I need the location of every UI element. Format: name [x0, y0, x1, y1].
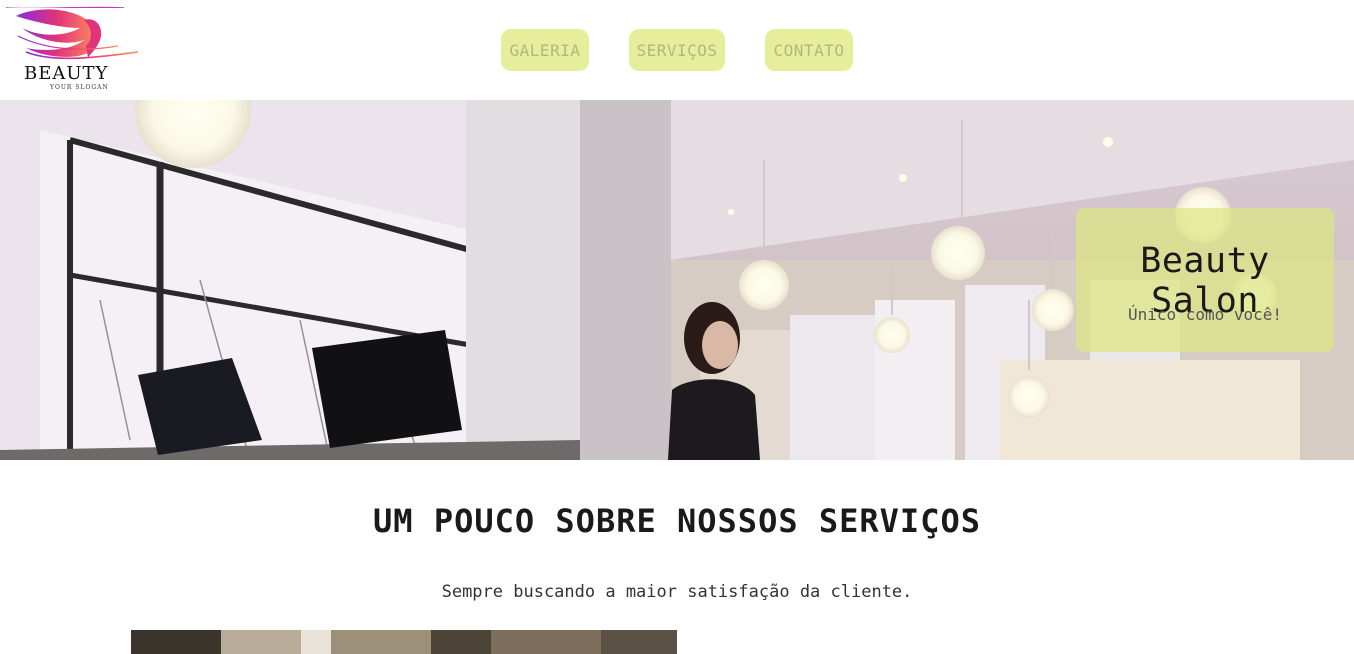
hero-banner: Beauty Salon Único como você!	[0, 100, 1354, 460]
main-nav: GALERIA SERVIÇOS CONTATO	[0, 29, 1354, 71]
nav-servicos-button[interactable]: SERVIÇOS	[629, 29, 725, 71]
about-section-subtitle: Sempre buscando a maior satisfação da cl…	[441, 582, 913, 602]
logo-underline	[6, 6, 124, 8]
services-photo	[131, 630, 677, 654]
hero-card: Beauty Salon Único como você!	[1076, 208, 1334, 352]
logo-slogan: YOUR SLOGAN	[50, 84, 109, 91]
nav-galeria-button[interactable]: GALERIA	[501, 29, 589, 71]
nav-contato-button[interactable]: CONTATO	[765, 29, 853, 71]
hero-subtitle: Único como você!	[1127, 305, 1283, 324]
about-section-title: UM POUCO SOBRE NOSSOS SERVIÇOS	[373, 502, 981, 540]
site-header: BEAUTY YOUR SLOGAN GALERIA SERVIÇOS CONT…	[0, 0, 1354, 100]
